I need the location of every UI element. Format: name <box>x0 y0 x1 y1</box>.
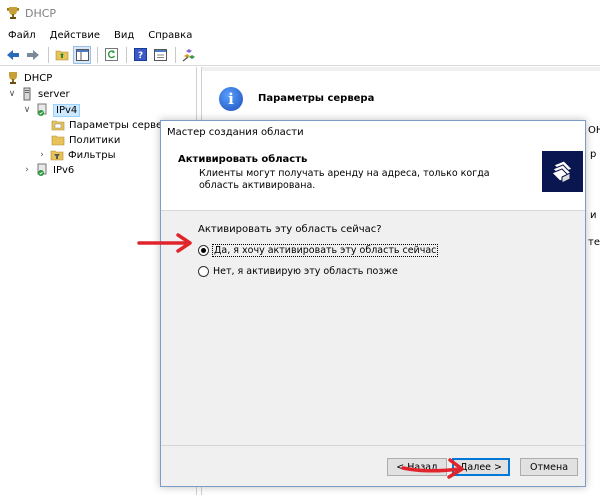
dhcp-trophy-icon <box>9 72 17 84</box>
dhcp-action-icon[interactable] <box>180 46 198 64</box>
option-activate-later[interactable]: Нет, я активирую эту область позже <box>198 266 398 277</box>
tree-node-dhcp[interactable]: DHCP <box>6 70 52 86</box>
toolbar-separator <box>126 46 127 63</box>
tree-label: server <box>38 88 70 100</box>
tree-node-policies[interactable]: Политики <box>51 132 120 148</box>
pane-header-strip <box>202 67 600 71</box>
tree-node-server-options[interactable]: Параметры сервера <box>51 117 175 133</box>
menu-help[interactable]: Справка <box>141 30 199 41</box>
svg-text:?: ? <box>137 51 142 61</box>
menu-action[interactable]: Действие <box>43 30 107 41</box>
back-button[interactable]: < Назад <box>387 458 447 476</box>
details-heading: Параметры сервера <box>258 93 375 104</box>
toolbar-separator <box>97 46 98 63</box>
menu-view[interactable]: Вид <box>107 30 141 41</box>
show-hide-tree-icon[interactable] <box>73 45 91 64</box>
wizard-header: Активировать область Клиенты могут получ… <box>161 143 585 211</box>
refresh-icon[interactable] <box>102 46 120 64</box>
tree-node-ipv6[interactable]: › IPv6 <box>22 162 74 178</box>
menu-file[interactable]: Файл <box>0 30 43 41</box>
policies-folder-icon <box>51 135 65 146</box>
button-divider <box>161 445 585 446</box>
tree-label: IPv6 <box>53 164 75 176</box>
toolbar: ? <box>0 44 600 66</box>
server-icon <box>23 87 31 101</box>
tree-label: IPv4 <box>53 103 81 117</box>
clipped-text: р <box>590 149 597 160</box>
toolbar-separator <box>48 46 49 63</box>
clipped-text: и <box>590 210 597 221</box>
dialog-title-bar: Мастер создания области <box>161 121 585 143</box>
option-activate-later-label[interactable]: Нет, я активирую эту область позже <box>213 266 398 277</box>
radio-selected-dot <box>201 248 206 253</box>
tree-node-filters[interactable]: › Фильтры <box>37 147 115 163</box>
radio-activate-later[interactable] <box>198 266 209 277</box>
option-activate-now-label[interactable]: Да, я хочу активировать эту область сейч… <box>211 244 439 257</box>
dhcp-trophy-icon <box>7 7 19 19</box>
expand-chevron-icon[interactable]: › <box>37 150 47 160</box>
wizard-page-title: Активировать область <box>178 154 308 165</box>
wizard-folders-icon <box>542 151 583 192</box>
back-arrow-icon[interactable] <box>4 46 22 64</box>
option-activate-now[interactable]: Да, я хочу активировать эту область сейч… <box>198 244 439 257</box>
ipv4-icon <box>37 103 47 116</box>
window-title: DHCP <box>25 6 57 20</box>
menu-bar: Файл Действие Вид Справка <box>0 26 600 44</box>
expand-chevron-icon[interactable]: › <box>22 165 32 175</box>
new-scope-wizard-dialog: Мастер создания области Активировать обл… <box>160 120 586 487</box>
ipv6-icon <box>37 163 47 176</box>
activation-question: Активировать эту область сейчас? <box>198 224 382 235</box>
tree-label: DHCP <box>24 72 53 84</box>
tree-label: Параметры сервера <box>69 119 175 131</box>
dialog-title: Мастер создания области <box>167 126 304 138</box>
tree-label: Политики <box>69 134 121 146</box>
cancel-button[interactable]: Отмена <box>520 458 578 476</box>
tree-node-server[interactable]: ∨ server <box>7 86 70 102</box>
title-bar: DHCP <box>0 0 600 26</box>
clipped-text: те. <box>588 237 600 248</box>
collapse-chevron-icon[interactable]: ∨ <box>22 105 32 115</box>
clipped-text: ОНС <box>588 125 600 136</box>
help-icon[interactable]: ? <box>131 46 149 64</box>
options-folder-icon <box>51 120 65 131</box>
wizard-page-description: Клиенты могут получать аренду на адреса,… <box>199 168 490 191</box>
tree-label: Фильтры <box>68 149 116 161</box>
next-button[interactable]: Далее > <box>452 458 510 476</box>
properties-icon[interactable] <box>151 46 169 64</box>
tree-node-ipv4[interactable]: ∨ IPv4 <box>22 102 81 118</box>
forward-arrow-icon[interactable] <box>24 46 42 64</box>
toolbar-separator <box>175 46 176 63</box>
wizard-body: Активировать эту область сейчас? Да, я х… <box>161 212 585 452</box>
collapse-chevron-icon[interactable]: ∨ <box>7 89 17 99</box>
radio-activate-now[interactable] <box>198 245 209 256</box>
filters-icon <box>50 150 64 161</box>
up-folder-icon[interactable] <box>53 46 71 64</box>
info-icon: i <box>219 87 243 111</box>
